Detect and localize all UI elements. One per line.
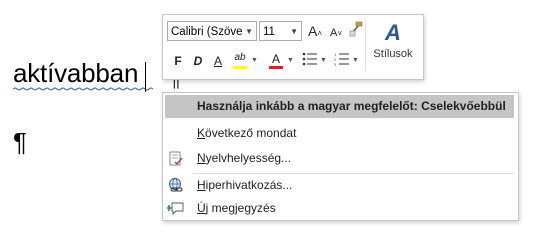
bullets-button[interactable] bbox=[301, 52, 319, 70]
word-suffix: n bbox=[123, 58, 139, 88]
new-comment-icon bbox=[167, 202, 184, 216]
context-menu: Használja inkább a magyar megfelelőt: Cs… bbox=[162, 92, 519, 221]
underline-button[interactable]: A bbox=[209, 52, 227, 70]
grammar-squiggle bbox=[13, 87, 153, 91]
proofing-icon bbox=[169, 151, 183, 166]
highlight-button[interactable]: ab bbox=[231, 49, 249, 67]
bulleted-list-icon bbox=[302, 52, 317, 66]
font-name-value: Calibri (Szöve bbox=[171, 26, 243, 38]
highlight-icon: ab bbox=[234, 52, 246, 63]
chevron-down-icon[interactable]: ▼ bbox=[290, 22, 298, 40]
font-color-swatch bbox=[269, 66, 283, 69]
menu-item-next-sentence[interactable]: Következő mondat bbox=[165, 122, 514, 145]
format-painter-button[interactable] bbox=[347, 21, 365, 39]
menu-item-label: Hiperhivatkozás... bbox=[197, 178, 293, 192]
misspelled-word[interactable]: aktívabban bbox=[13, 58, 153, 91]
svg-text:3: 3 bbox=[334, 62, 337, 66]
format-painter-icon bbox=[349, 21, 363, 37]
mini-toolbar: Calibri (Szöve ▼ 11 ▼ A˄ A˅ F D A ab ▼ A… bbox=[162, 14, 424, 80]
highlight-color-swatch bbox=[233, 66, 247, 69]
numbering-button[interactable]: 1 2 3 bbox=[333, 52, 351, 70]
chevron-down-icon[interactable]: ▼ bbox=[352, 57, 359, 64]
font-size-value: 11 bbox=[263, 26, 275, 38]
font-color-icon: A bbox=[271, 52, 280, 66]
grow-font-button[interactable]: A˄ bbox=[306, 22, 324, 40]
menu-item-new-comment[interactable]: Új megjegyzés bbox=[165, 197, 514, 220]
menu-item-label: Új megjegyzés bbox=[197, 201, 276, 215]
chevron-down-icon[interactable]: ▼ bbox=[320, 57, 327, 64]
styles-label: Stílusok bbox=[373, 48, 413, 60]
suggestion-item[interactable]: Használja inkább a magyar megfelelőt: Cs… bbox=[165, 95, 514, 118]
text-caret bbox=[145, 62, 146, 92]
chevron-down-icon[interactable]: ▼ bbox=[245, 22, 253, 40]
grow-font-icon: A bbox=[307, 23, 318, 39]
styles-icon: A bbox=[385, 20, 401, 45]
menu-item-label: Következő mondat bbox=[197, 126, 297, 140]
word-prefix: aktívabba bbox=[13, 58, 124, 88]
font-name-combo[interactable]: Calibri (Szöve ▼ bbox=[167, 21, 257, 41]
menu-item-hyperlink[interactable]: Hiperhivatkozás... bbox=[165, 174, 514, 197]
menu-item-grammar[interactable]: Nyelvhelyesség... bbox=[165, 147, 514, 170]
paragraph-mark-empty-line: ¶ bbox=[13, 127, 27, 157]
hyperlink-icon bbox=[169, 178, 183, 192]
menu-item-label: Nyelvhelyesség... bbox=[197, 151, 292, 165]
bold-button[interactable]: F bbox=[169, 52, 187, 70]
suggestion-label: Használja inkább a magyar megfelelőt: Cs… bbox=[197, 99, 506, 113]
font-size-combo[interactable]: 11 ▼ bbox=[259, 21, 302, 41]
chevron-down-icon[interactable]: ▼ bbox=[251, 57, 258, 64]
shrink-font-button[interactable]: A˅ bbox=[327, 24, 345, 42]
chevron-down-icon[interactable]: ▼ bbox=[287, 57, 294, 64]
toolbar-divider bbox=[365, 21, 366, 71]
numbered-list-icon: 1 2 3 bbox=[334, 52, 349, 67]
italic-button[interactable]: D bbox=[189, 52, 207, 70]
styles-button[interactable]: A Stílusok bbox=[369, 19, 417, 75]
